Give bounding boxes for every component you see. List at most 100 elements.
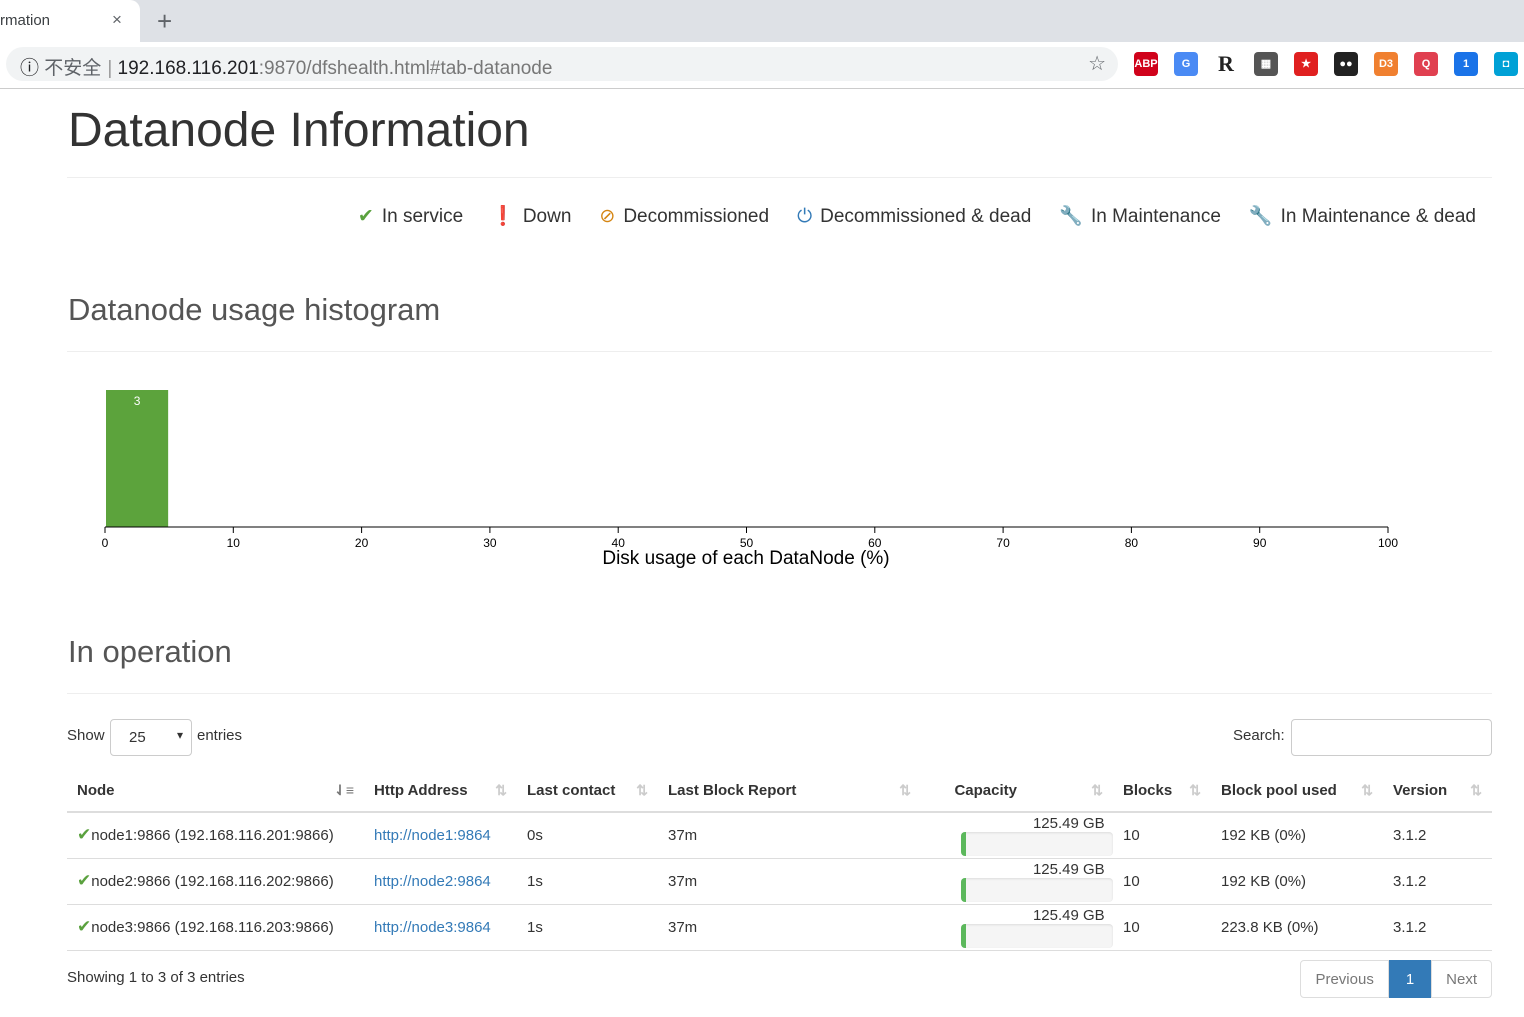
column-title: Last contact — [527, 782, 616, 799]
column-header[interactable]: Version ⇅ — [1383, 770, 1492, 813]
sort-asc-icon[interactable]: ⇃≡ — [334, 782, 354, 799]
node-cell: ✔node2:9866 (192.168.116.202:9866) — [67, 858, 364, 905]
new-tab-button[interactable]: + — [157, 6, 172, 37]
google-translate-extension-icon[interactable]: G — [1174, 52, 1198, 76]
column-header[interactable]: Block pool used ⇅ — [1211, 770, 1383, 813]
block-pool-used: 192 KB (0%) — [1211, 858, 1383, 905]
sort-icon[interactable]: ⇅ — [636, 782, 648, 799]
legend-item: 🔧 In Maintenance — [1059, 206, 1221, 227]
column-title: Blocks — [1123, 782, 1173, 799]
sort-icon[interactable]: ⇅ — [495, 782, 507, 799]
legend-label: Decommissioned & dead — [820, 206, 1032, 227]
divider — [67, 177, 1492, 178]
search-input[interactable] — [1291, 719, 1492, 756]
tampermonkey-extension-icon[interactable]: ●● — [1334, 52, 1358, 76]
column-header[interactable]: Node ⇃≡ — [67, 770, 364, 813]
bookmark-star-icon[interactable]: ☆ — [1088, 51, 1106, 76]
capacity-cell: 125.49 GB — [921, 812, 1113, 859]
legend-item: ✔ In service — [358, 206, 463, 227]
table-row: ✔node1:9866 (192.168.116.201:9866) http:… — [67, 812, 1492, 859]
column-title: Version — [1393, 782, 1448, 799]
capacity-cell: 125.49 GB — [921, 904, 1113, 951]
last-contact: 1s — [517, 904, 658, 951]
previous-button[interactable]: Previous — [1300, 960, 1389, 998]
insecure-label: 不安全 — [44, 58, 102, 79]
status-legend: ✔ In service ❗ Down ⊘ Decommissioned ⏻ Decommis… — [0, 204, 1476, 228]
red-star-extension-icon[interactable]: ★ — [1294, 52, 1318, 76]
column-header[interactable]: Last contact ⇅ — [517, 770, 658, 813]
address-bar[interactable]: ⓘ 不安全 | 192.168.116.201:9870/dfshealth.ht… — [6, 47, 1118, 81]
table-info: Showing 1 to 3 of 3 entries — [67, 969, 245, 986]
node-cell: ✔node3:9866 (192.168.116.203:9866) — [67, 904, 364, 951]
x-tick-label: 10 — [227, 536, 241, 550]
legend-item: ❗ Down — [491, 206, 571, 227]
legend-label: Decommissioned — [623, 206, 770, 227]
page-1-button[interactable]: 1 — [1388, 960, 1432, 998]
node-cell: ✔node1:9866 (192.168.116.201:9866) — [67, 812, 364, 859]
x-axis-label: Disk usage of each DataNode (%) — [602, 548, 889, 569]
column-title: Capacity — [954, 782, 1017, 799]
last-contact: 0s — [517, 812, 658, 859]
browser-tab[interactable]: rmation × — [0, 0, 140, 42]
divider — [67, 693, 1492, 694]
column-header[interactable]: Http Address ⇅ — [364, 770, 517, 813]
column-header[interactable]: Capacity ⇅ — [921, 770, 1113, 813]
x-tick-label: 100 — [1378, 536, 1398, 550]
sort-icon[interactable]: ⇅ — [899, 782, 911, 799]
capacity-value: 125.49 GB — [1032, 906, 1105, 924]
info-icon[interactable]: ⓘ — [20, 58, 39, 79]
check-icon: ✔ — [77, 871, 92, 890]
table-row: ✔node2:9866 (192.168.116.202:9866) http:… — [67, 858, 1492, 905]
d3-extension-icon[interactable]: D3 — [1374, 52, 1398, 76]
check-icon: ✔ — [357, 206, 374, 227]
column-header[interactable]: Blocks ⇅ — [1113, 770, 1211, 813]
node-name: node1:9866 (192.168.116.201:9866) — [91, 827, 334, 845]
show-label: Show — [67, 727, 105, 744]
column-header[interactable]: Last Block Report ⇅ — [658, 770, 921, 813]
capacity-bar-fill — [961, 923, 966, 948]
last-contact: 1s — [517, 858, 658, 905]
bilibili-extension-icon[interactable]: ◘ — [1494, 52, 1518, 76]
node-name: node2:9866 (192.168.116.202:9866) — [91, 873, 334, 890]
sort-icon[interactable]: ⇅ — [1189, 782, 1201, 799]
legend-item: ⏻ Decommissioned & dead — [797, 206, 1031, 227]
blocks: 10 — [1113, 904, 1211, 951]
datanode-table: Node ⇃≡ Http Address ⇅ Last contact ⇅ Last Blo… — [67, 770, 1492, 951]
adblock-plus-extension-icon[interactable]: ABP — [1134, 52, 1158, 76]
version: 3.1.2 — [1383, 858, 1492, 905]
capacity-value: 125.49 GB — [1032, 860, 1105, 878]
qr-code-extension-icon[interactable]: ▦ — [1254, 52, 1278, 76]
http-address-link[interactable]: http://node3:9864 — [374, 919, 491, 936]
ban-icon: ⊘ — [599, 206, 616, 227]
search-extension-icon[interactable]: Q — [1414, 52, 1438, 76]
page-title: Datanode Information — [68, 104, 530, 157]
x-tick-label: 0 — [102, 536, 109, 550]
sort-icon[interactable]: ⇅ — [1091, 782, 1103, 799]
blocks: 10 — [1113, 858, 1211, 905]
block-pool-used: 223.8 KB (0%) — [1211, 904, 1383, 951]
capacity-cell: 125.49 GB — [921, 858, 1113, 905]
url-path: :9870/dfshealth.html#tab-datanode — [258, 58, 553, 79]
http-address-link[interactable]: http://node2:9864 — [374, 873, 491, 890]
check-icon: ✔ — [77, 917, 92, 936]
url-host: 192.168.116.201 — [117, 58, 259, 79]
last-block-report: 37m — [658, 858, 921, 905]
legend-label: In Maintenance — [1090, 206, 1221, 227]
bar-label: 3 — [134, 394, 141, 408]
x-tick-label: 90 — [1253, 536, 1267, 550]
legend-item: ⊘ Decommissioned — [599, 206, 769, 227]
http-address-link[interactable]: http://node1:9864 — [374, 827, 491, 844]
sort-icon[interactable]: ⇅ — [1470, 782, 1482, 799]
browser-toolbar: ⓘ 不安全 | 192.168.116.201:9870/dfshealth.ht… — [0, 42, 1524, 89]
version: 3.1.2 — [1383, 812, 1492, 859]
sort-icon[interactable]: ⇅ — [1361, 782, 1373, 799]
capacity-bar-fill — [961, 877, 966, 902]
next-button[interactable]: Next — [1431, 960, 1492, 998]
page-size-select[interactable]: 25 — [110, 719, 192, 756]
column-title: Block pool used — [1221, 782, 1337, 799]
histogram-bar — [106, 390, 169, 527]
column-title: Last Block Report — [668, 782, 797, 799]
cat-extension-icon[interactable]: 1 — [1454, 52, 1478, 76]
r-extension-extension-icon[interactable]: R — [1214, 52, 1238, 76]
close-tab-icon[interactable]: × — [112, 10, 122, 30]
